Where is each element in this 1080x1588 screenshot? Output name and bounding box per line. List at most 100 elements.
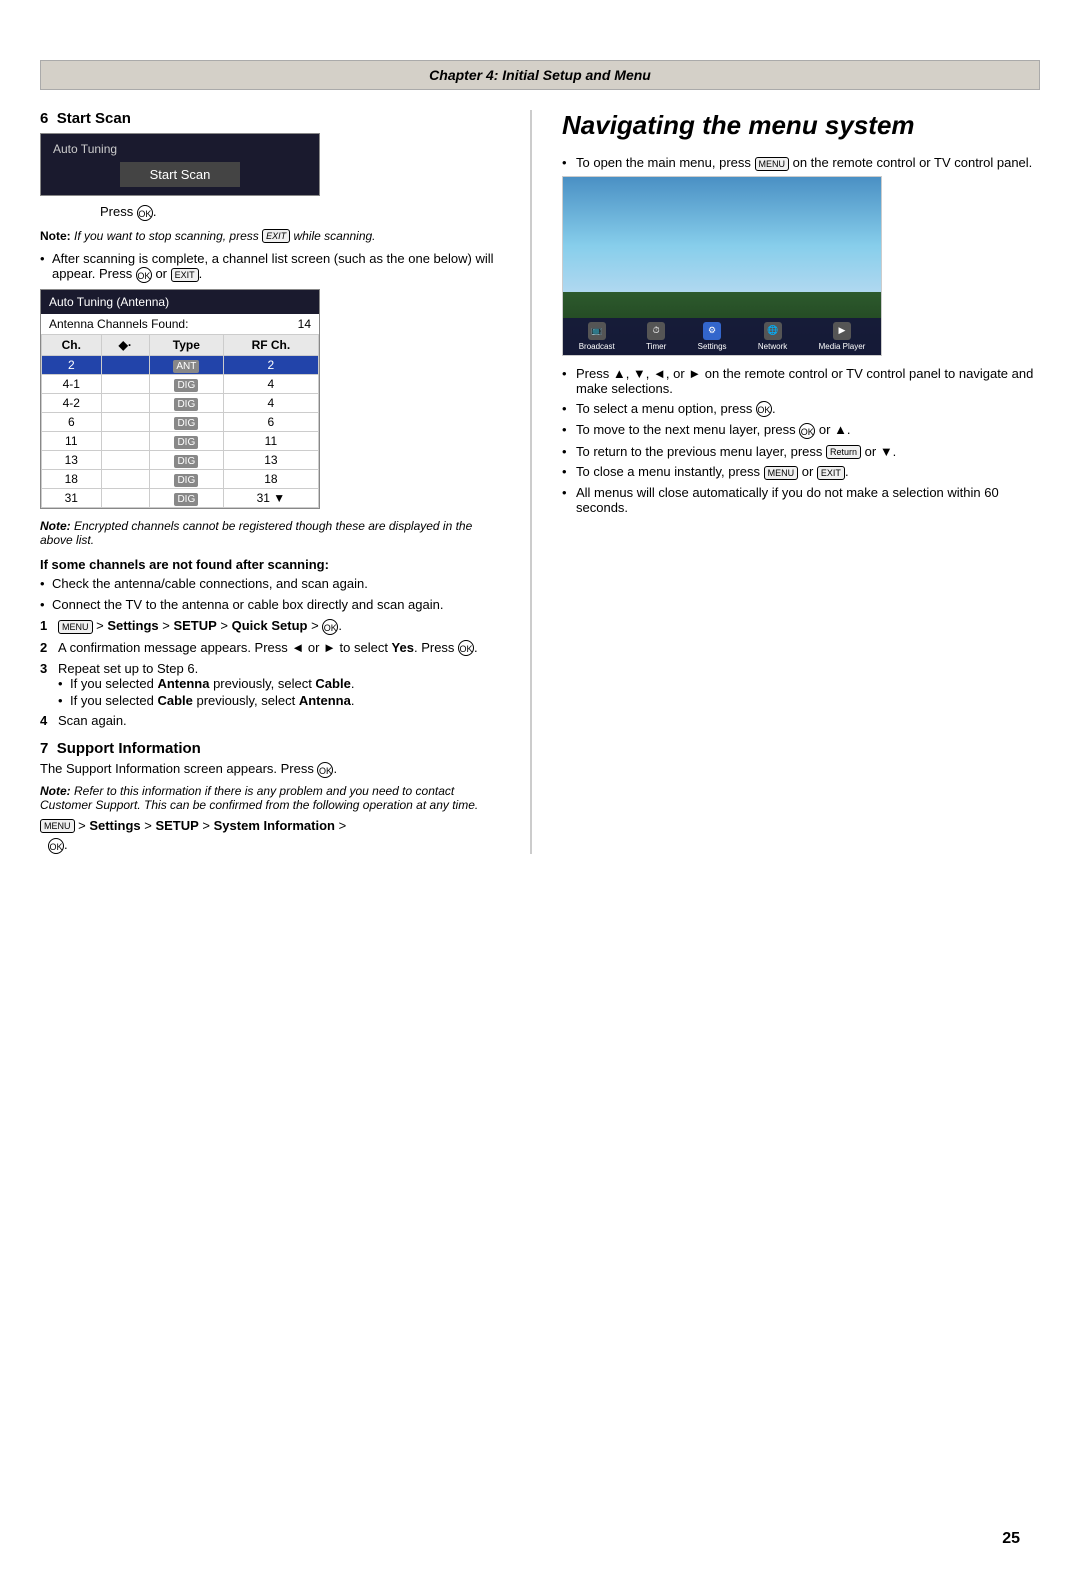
media-icon: ▶: [833, 322, 851, 340]
cell-type: DIG: [149, 431, 223, 450]
cell-ch: 13: [42, 450, 102, 469]
antenna-table-title: Auto Tuning (Antenna): [41, 290, 319, 314]
exit-key-icon: EXIT: [262, 229, 290, 243]
cell-dot: [101, 355, 149, 374]
step-number: 3: [40, 661, 47, 676]
section7-note: Note: Refer to this information if there…: [40, 784, 500, 812]
cell-ch: 4-1: [42, 374, 102, 393]
found-label: Antenna Channels Found:: [49, 317, 188, 331]
tv-menu-label: Network: [758, 342, 787, 351]
tv-menu-media: ▶ Media Player: [819, 322, 866, 351]
table-row: 6 DIG 6: [42, 412, 319, 431]
cell-ch: 11: [42, 431, 102, 450]
menu-key-icon: MENU: [58, 620, 93, 634]
antenna-found-row: Antenna Channels Found: 14: [41, 314, 319, 334]
col-ch: Ch.: [42, 334, 102, 355]
bullet-after-scan: After scanning is complete, a channel li…: [40, 251, 500, 283]
cell-rf: 2: [223, 355, 318, 374]
start-scan-button[interactable]: Start Scan: [120, 162, 241, 187]
ok-icon-rb1: OK: [756, 401, 772, 417]
antenna-table-wrap: Auto Tuning (Antenna) Antenna Channels F…: [40, 289, 320, 509]
tv-menu-label: Media Player: [819, 342, 866, 351]
cell-type: DIG: [149, 374, 223, 393]
table-row: 31 DIG 31 ▼: [42, 488, 319, 507]
ok-icon-step1: OK: [322, 619, 338, 635]
col-rf: RF Ch.: [223, 334, 318, 355]
right-bullet-select: To select a menu option, press OK.: [562, 401, 1040, 418]
chapter-title: Chapter 4: Initial Setup and Menu: [429, 67, 651, 83]
section6-number: 6: [40, 110, 48, 127]
col-type: Type: [149, 334, 223, 355]
cell-dot: [101, 488, 149, 507]
return-key-icon: Return: [826, 445, 861, 459]
table-row: 18 DIG 18: [42, 469, 319, 488]
cell-rf: 13: [223, 450, 318, 469]
cell-rf: 4: [223, 393, 318, 412]
cell-dot: [101, 374, 149, 393]
cell-rf: 18: [223, 469, 318, 488]
menu-key-icon2: MENU: [40, 819, 75, 833]
cell-type: DIG: [149, 488, 223, 507]
right-bullet-intro: To open the main menu, press MENU on the…: [562, 155, 1040, 171]
settings-icon: ⚙: [703, 322, 721, 340]
cell-ch: 31: [42, 488, 102, 507]
cell-ch: 4-2: [42, 393, 102, 412]
ok-icon-rb2: OK: [799, 423, 815, 439]
bullet-check-antenna: Check the antenna/cable connections, and…: [40, 576, 500, 591]
col-dot: ◆·: [101, 334, 149, 355]
tv-menu-broadcast: 📺 Broadcast: [579, 322, 615, 351]
table-row: 13 DIG 13: [42, 450, 319, 469]
section7-title: Support Information: [57, 740, 201, 757]
cell-dot: [101, 412, 149, 431]
ok-button-icon: OK: [137, 205, 153, 221]
network-icon: 🌐: [764, 322, 782, 340]
cell-type: DIG: [149, 469, 223, 488]
cell-rf: 31 ▼: [223, 488, 318, 507]
right-bullet-auto-close: All menus will close automatically if yo…: [562, 485, 1040, 515]
cell-type: DIG: [149, 412, 223, 431]
step-sub-cable: If you selected Cable previously, select…: [58, 693, 500, 708]
note-encrypted: Note: Encrypted channels cannot be regis…: [40, 519, 500, 547]
section6-note1: Note: If you want to stop scanning, pres…: [40, 229, 500, 244]
if-not-found-heading: If some channels are not found after sca…: [40, 557, 500, 572]
note-label: Note:: [40, 229, 71, 243]
step-item: 4 Scan again.: [40, 713, 500, 728]
section6-title: Start Scan: [57, 110, 131, 127]
press-ok-text: Press OK.: [100, 204, 500, 221]
content-area: 6 Start Scan Auto Tuning Start Scan Pres…: [40, 90, 1040, 854]
ok-icon-step2: OK: [458, 640, 474, 656]
cell-dot: [101, 450, 149, 469]
step-item: 2 A confirmation message appears. Press …: [40, 640, 500, 657]
tv-menu-label: Settings: [698, 342, 727, 351]
cell-ch: 18: [42, 469, 102, 488]
left-column: 6 Start Scan Auto Tuning Start Scan Pres…: [40, 110, 500, 854]
table-row: 4-2 DIG 4: [42, 393, 319, 412]
cell-rf: 4: [223, 374, 318, 393]
bullet-connect-tv: Connect the TV to the antenna or cable b…: [40, 597, 500, 612]
right-title: Navigating the menu system: [562, 110, 1040, 141]
right-bullet-next-layer: To move to the next menu layer, press OK…: [562, 422, 1040, 439]
table-row: 11 DIG 11: [42, 431, 319, 450]
timer-icon: ⏱: [647, 322, 665, 340]
cell-dot: [101, 393, 149, 412]
section6-header: 6 Start Scan: [40, 110, 500, 127]
step-item: 3 Repeat set up to Step 6. If you select…: [40, 661, 500, 708]
tv-menu-label: Broadcast: [579, 342, 615, 351]
ok-icon-inline: OK: [136, 267, 152, 283]
tv-menu-timer: ⏱ Timer: [646, 322, 666, 351]
exit-key-inline: EXIT: [171, 268, 199, 282]
right-bullet-navigate: Press ▲, ▼, ◄, or ► on the remote contro…: [562, 366, 1040, 396]
tv-menu-bar: 📺 Broadcast ⏱ Timer ⚙ Settings 🌐 Network: [563, 318, 881, 355]
cell-rf: 11: [223, 431, 318, 450]
quick-setup-steps: 1 MENU > Settings > SETUP > Quick Setup …: [40, 618, 500, 728]
note-label2: Note:: [40, 519, 71, 533]
cell-ch: 2: [42, 355, 102, 374]
found-count: 14: [298, 317, 311, 331]
system-info-ok: OK.: [48, 837, 500, 854]
step-number: 1: [40, 618, 47, 633]
antenna-channels-table: Ch. ◆· Type RF Ch. 2 ANT 2: [41, 334, 319, 508]
right-bullet-close-menu: To close a menu instantly, press MENU or…: [562, 464, 1040, 480]
right-column: Navigating the menu system To open the m…: [530, 110, 1040, 854]
auto-tuning-box: Auto Tuning Start Scan: [40, 133, 320, 196]
step-item: 1 MENU > Settings > SETUP > Quick Setup …: [40, 618, 500, 635]
